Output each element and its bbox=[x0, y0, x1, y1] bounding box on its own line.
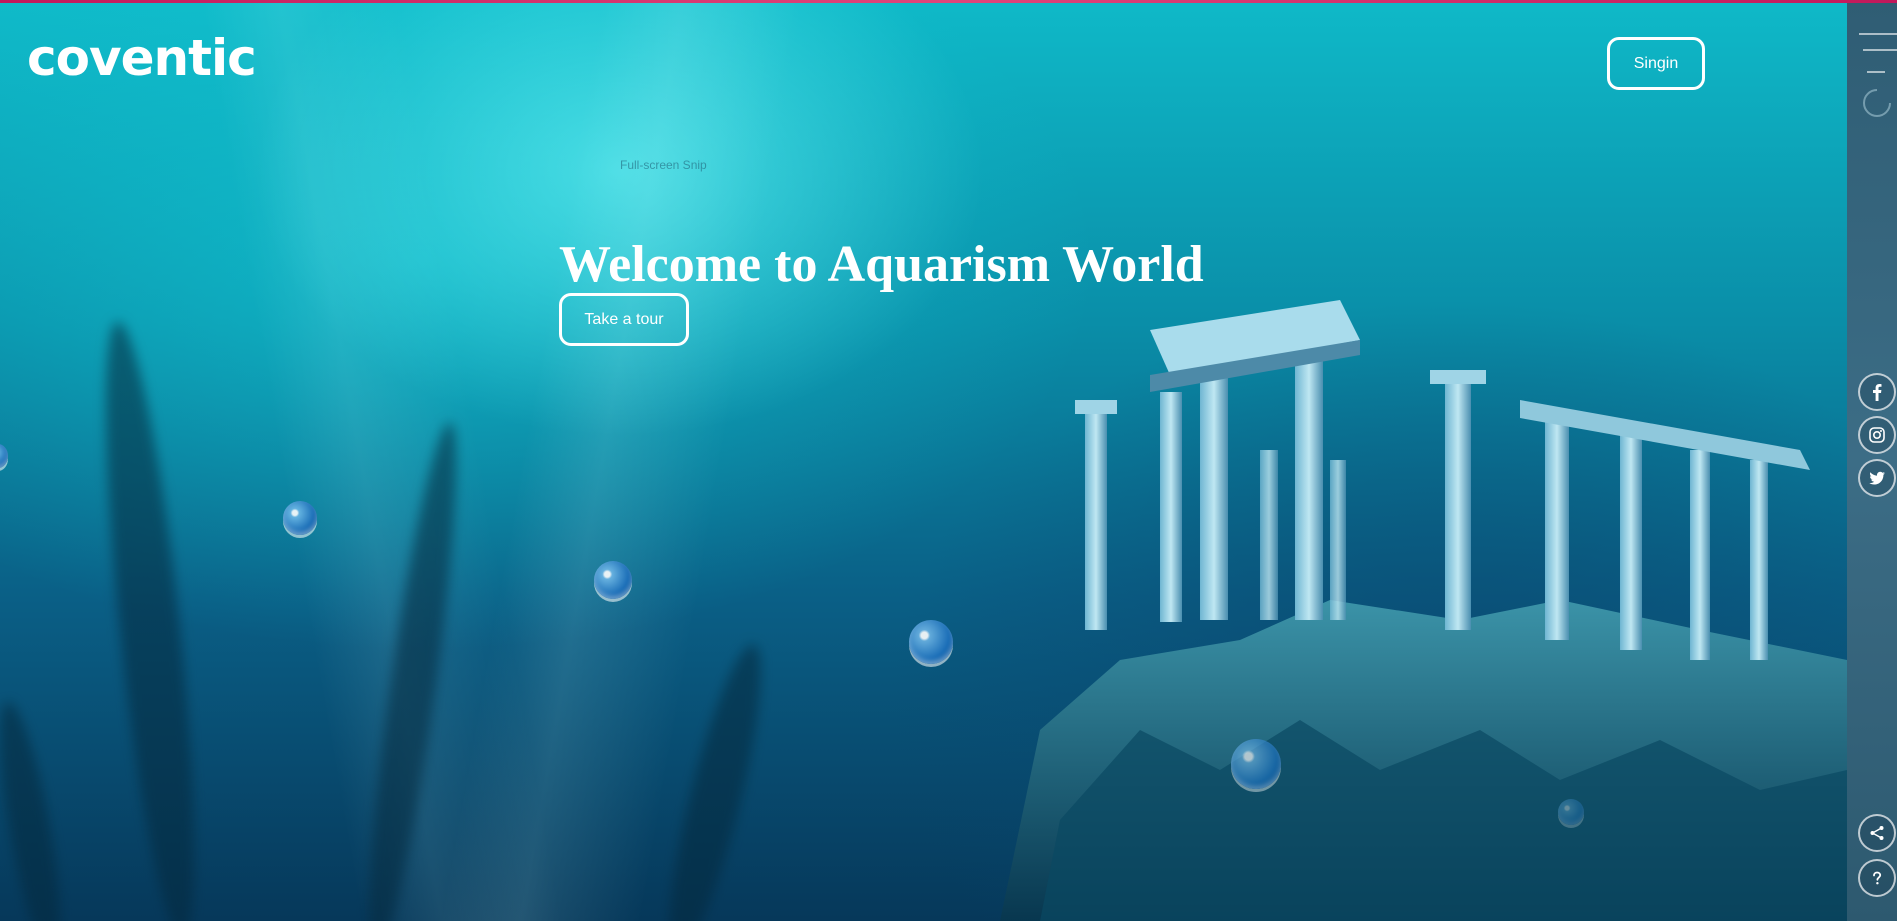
instagram-icon bbox=[1869, 427, 1885, 443]
twitter-icon bbox=[1869, 471, 1885, 485]
bubble bbox=[1558, 799, 1584, 825]
bubble bbox=[594, 561, 632, 599]
site-logo[interactable]: coventic bbox=[27, 28, 257, 88]
share-icon bbox=[1870, 826, 1884, 840]
twitter-link[interactable] bbox=[1858, 459, 1896, 497]
hamburger-menu-icon[interactable] bbox=[1857, 30, 1897, 76]
help-icon bbox=[1873, 871, 1882, 885]
instagram-link[interactable] bbox=[1858, 416, 1896, 454]
bubble bbox=[283, 501, 317, 535]
bubble bbox=[909, 620, 953, 664]
hero-title: Welcome to Aquarism World bbox=[559, 236, 1204, 293]
spinner-icon bbox=[1863, 89, 1891, 117]
help-button[interactable] bbox=[1858, 859, 1896, 897]
take-tour-button[interactable]: Take a tour bbox=[559, 293, 689, 346]
facebook-link[interactable] bbox=[1858, 373, 1896, 411]
temple-ruins-illustration bbox=[1000, 300, 1847, 921]
landing-page: coventic Singin Full-screen Snip Welcome… bbox=[0, 0, 1897, 921]
top-accent-strip bbox=[0, 0, 1897, 3]
snip-overlay-text: Full-screen Snip bbox=[620, 158, 707, 172]
signin-button[interactable]: Singin bbox=[1607, 37, 1705, 90]
bubble bbox=[1231, 739, 1281, 789]
facebook-icon bbox=[1873, 384, 1882, 401]
share-button[interactable] bbox=[1858, 814, 1896, 852]
